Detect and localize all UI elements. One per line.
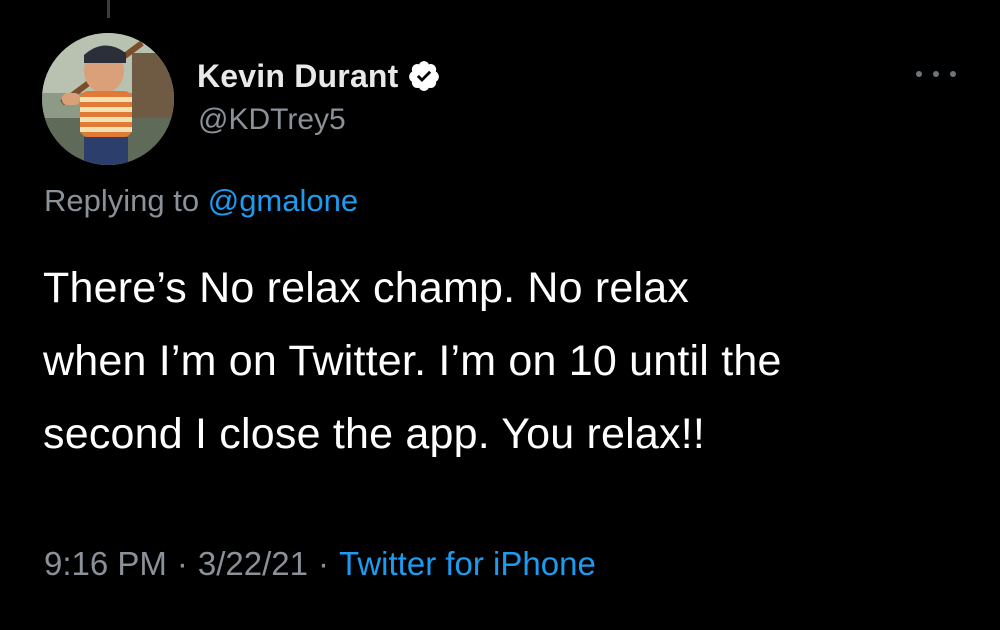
avatar[interactable] bbox=[42, 33, 174, 165]
tweet-text-line: when I’m on Twitter. I’m on 10 until the bbox=[43, 337, 782, 385]
tweet-source-link[interactable]: Twitter for iPhone bbox=[339, 545, 596, 582]
tweet-text-line: There’s No relax champ. No relax bbox=[43, 264, 690, 312]
replying-to-line: Replying to @gmalone bbox=[44, 183, 358, 219]
meta-separator: · bbox=[176, 545, 188, 582]
more-dot-icon bbox=[933, 71, 939, 77]
author-display-name[interactable]: Kevin Durant bbox=[197, 58, 399, 95]
reply-mention-link[interactable]: @gmalone bbox=[208, 183, 358, 218]
replying-to-label: Replying to bbox=[44, 183, 200, 218]
more-dot-icon bbox=[950, 71, 956, 77]
tweet-text-line: second I close the app. You relax!! bbox=[43, 410, 706, 458]
tweet-metadata: 9:16 PM · 3/22/21 · Twitter for iPhone bbox=[44, 545, 596, 583]
verified-badge-icon bbox=[407, 59, 441, 93]
author-name-row: Kevin Durant bbox=[197, 56, 441, 96]
tweet-text: There’s No relax champ. No relax when I’… bbox=[43, 252, 973, 471]
avatar-image bbox=[42, 33, 174, 165]
more-dot-icon bbox=[916, 71, 922, 77]
author-handle[interactable]: @KDTrey5 bbox=[198, 103, 346, 137]
thread-connector-line bbox=[107, 0, 110, 18]
tweet-time[interactable]: 9:16 PM bbox=[44, 545, 167, 582]
more-options-button[interactable] bbox=[916, 64, 956, 84]
meta-separator: · bbox=[318, 545, 330, 582]
tweet-date[interactable]: 3/22/21 bbox=[198, 545, 308, 582]
